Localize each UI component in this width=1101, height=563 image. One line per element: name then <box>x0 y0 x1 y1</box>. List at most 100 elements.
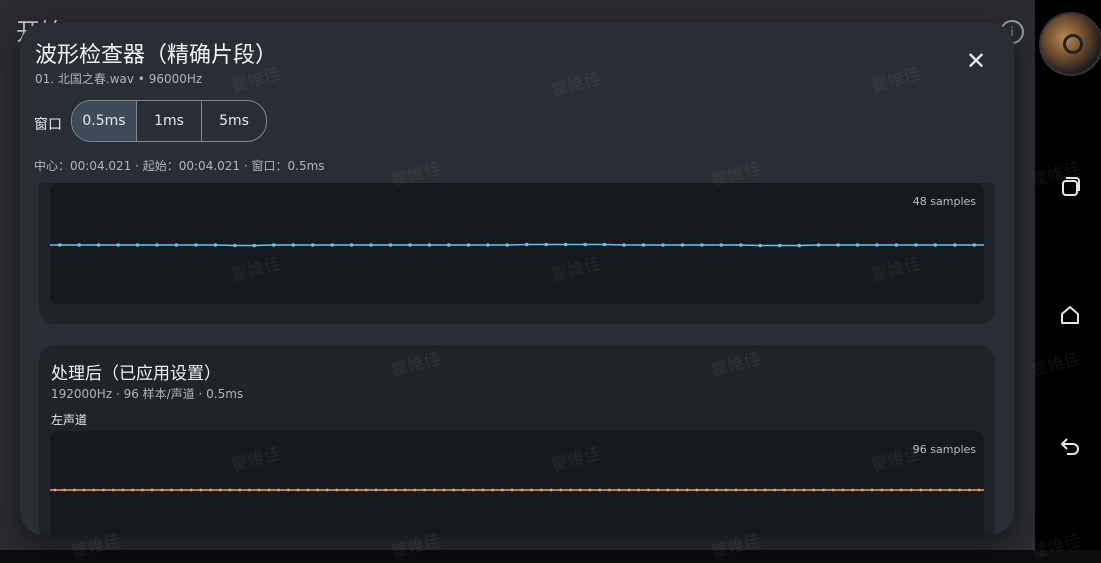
sample-point <box>452 488 456 492</box>
sample-point <box>783 488 786 492</box>
sample-point <box>72 488 76 492</box>
sample-point <box>563 242 568 247</box>
samples-count: 96 samples <box>912 443 976 456</box>
sample-point <box>758 243 763 248</box>
sample-point <box>257 488 261 492</box>
sample-point <box>797 243 801 248</box>
sample-point <box>763 488 767 492</box>
sample-point <box>364 488 368 492</box>
sample-point <box>413 488 417 492</box>
waveform-plot: 96 samples <box>50 431 984 535</box>
sample-point <box>403 488 407 492</box>
sample-point <box>836 243 840 247</box>
sample-point <box>627 488 631 492</box>
sample-point <box>899 488 903 492</box>
dialog-subtitle: 01. 北国之春.wav • 96000Hz <box>35 72 203 86</box>
sample-point <box>63 488 66 492</box>
sample-point <box>719 243 724 247</box>
window-option-5ms[interactable]: 5ms <box>202 101 266 141</box>
sample-point <box>588 488 592 492</box>
sample-point <box>82 488 86 492</box>
recents-icon[interactable] <box>1055 171 1085 201</box>
sample-point <box>77 243 81 247</box>
sample-point <box>505 243 510 247</box>
home-icon[interactable] <box>1055 300 1085 330</box>
sample-point <box>306 488 310 492</box>
sample-point <box>325 488 329 492</box>
window-option-0.5ms[interactable]: 0.5ms <box>72 101 137 141</box>
sample-point <box>374 488 378 492</box>
sample-point <box>738 243 743 247</box>
sample-point <box>968 488 971 492</box>
results-scroll-area[interactable]: 48 samples 处理后（已应用设置） 192000Hz · 96 样本/声… <box>20 183 1014 535</box>
sample-point <box>316 488 319 492</box>
sample-point <box>238 488 242 492</box>
sample-point <box>870 488 874 492</box>
sample-point <box>57 243 62 247</box>
sample-point <box>777 243 782 248</box>
sample-point <box>685 488 689 492</box>
back-icon[interactable] <box>1055 430 1085 460</box>
sample-point <box>583 242 587 247</box>
sample-point <box>894 243 899 247</box>
sample-point <box>471 488 475 492</box>
sample-point <box>310 243 315 247</box>
sample-point <box>816 243 821 247</box>
sample-point <box>277 488 281 492</box>
sample-point <box>919 488 923 492</box>
sample-point <box>617 488 621 492</box>
sample-point <box>822 488 825 492</box>
sample-point <box>481 488 485 492</box>
sample-point <box>855 243 860 247</box>
waveform-svg <box>50 488 984 492</box>
sample-point <box>218 488 222 492</box>
sample-point <box>773 488 777 492</box>
sample-point <box>646 488 650 492</box>
sample-point <box>715 488 718 492</box>
sample-point <box>491 488 495 492</box>
sample-point <box>388 243 393 247</box>
sample-point <box>189 488 193 492</box>
sample-point <box>549 488 553 492</box>
waveform-plot: 48 samples <box>50 183 984 304</box>
sample-point <box>355 488 358 492</box>
sample-point <box>938 488 942 492</box>
avatar[interactable] <box>1039 12 1101 76</box>
channel-label: 左声道 <box>51 413 88 427</box>
sample-point <box>972 243 977 247</box>
sample-point <box>271 243 276 247</box>
sample-point <box>233 243 237 248</box>
sample-point <box>608 488 611 492</box>
sample-point <box>111 488 115 492</box>
sample-point <box>384 488 388 492</box>
sample-point <box>92 488 96 492</box>
sample-point <box>150 488 154 492</box>
sample-point <box>141 488 144 492</box>
waveform-inspector-dialog: 波形检查器（精确片段） 01. 北国之春.wav • 96000Hz ✕ 窗口 … <box>20 23 1014 535</box>
sample-point <box>213 243 218 247</box>
sample-point <box>602 242 607 247</box>
sample-point <box>486 243 490 247</box>
processed-waveform-card: 处理后（已应用设置） 192000Hz · 96 样本/声道 · 0.5ms 左… <box>39 345 995 535</box>
sample-point <box>345 488 349 492</box>
waveform-line <box>50 243 984 247</box>
sample-point <box>700 243 704 247</box>
sample-point <box>520 488 524 492</box>
sample-point <box>369 243 373 247</box>
close-icon[interactable]: ✕ <box>962 47 990 75</box>
sample-point <box>656 488 660 492</box>
sample-point <box>524 242 529 247</box>
sample-point <box>330 243 334 247</box>
waveform-svg <box>50 242 984 248</box>
sample-point <box>466 243 471 247</box>
sample-point <box>792 488 796 492</box>
sample-point <box>462 488 465 492</box>
sample-point <box>637 488 641 492</box>
sample-point <box>510 488 514 492</box>
sample-point <box>296 488 300 492</box>
sample-point <box>447 243 451 247</box>
sample-point <box>160 488 164 492</box>
sample-point <box>539 488 543 492</box>
window-option-1ms[interactable]: 1ms <box>137 101 202 141</box>
sample-point <box>179 488 183 492</box>
